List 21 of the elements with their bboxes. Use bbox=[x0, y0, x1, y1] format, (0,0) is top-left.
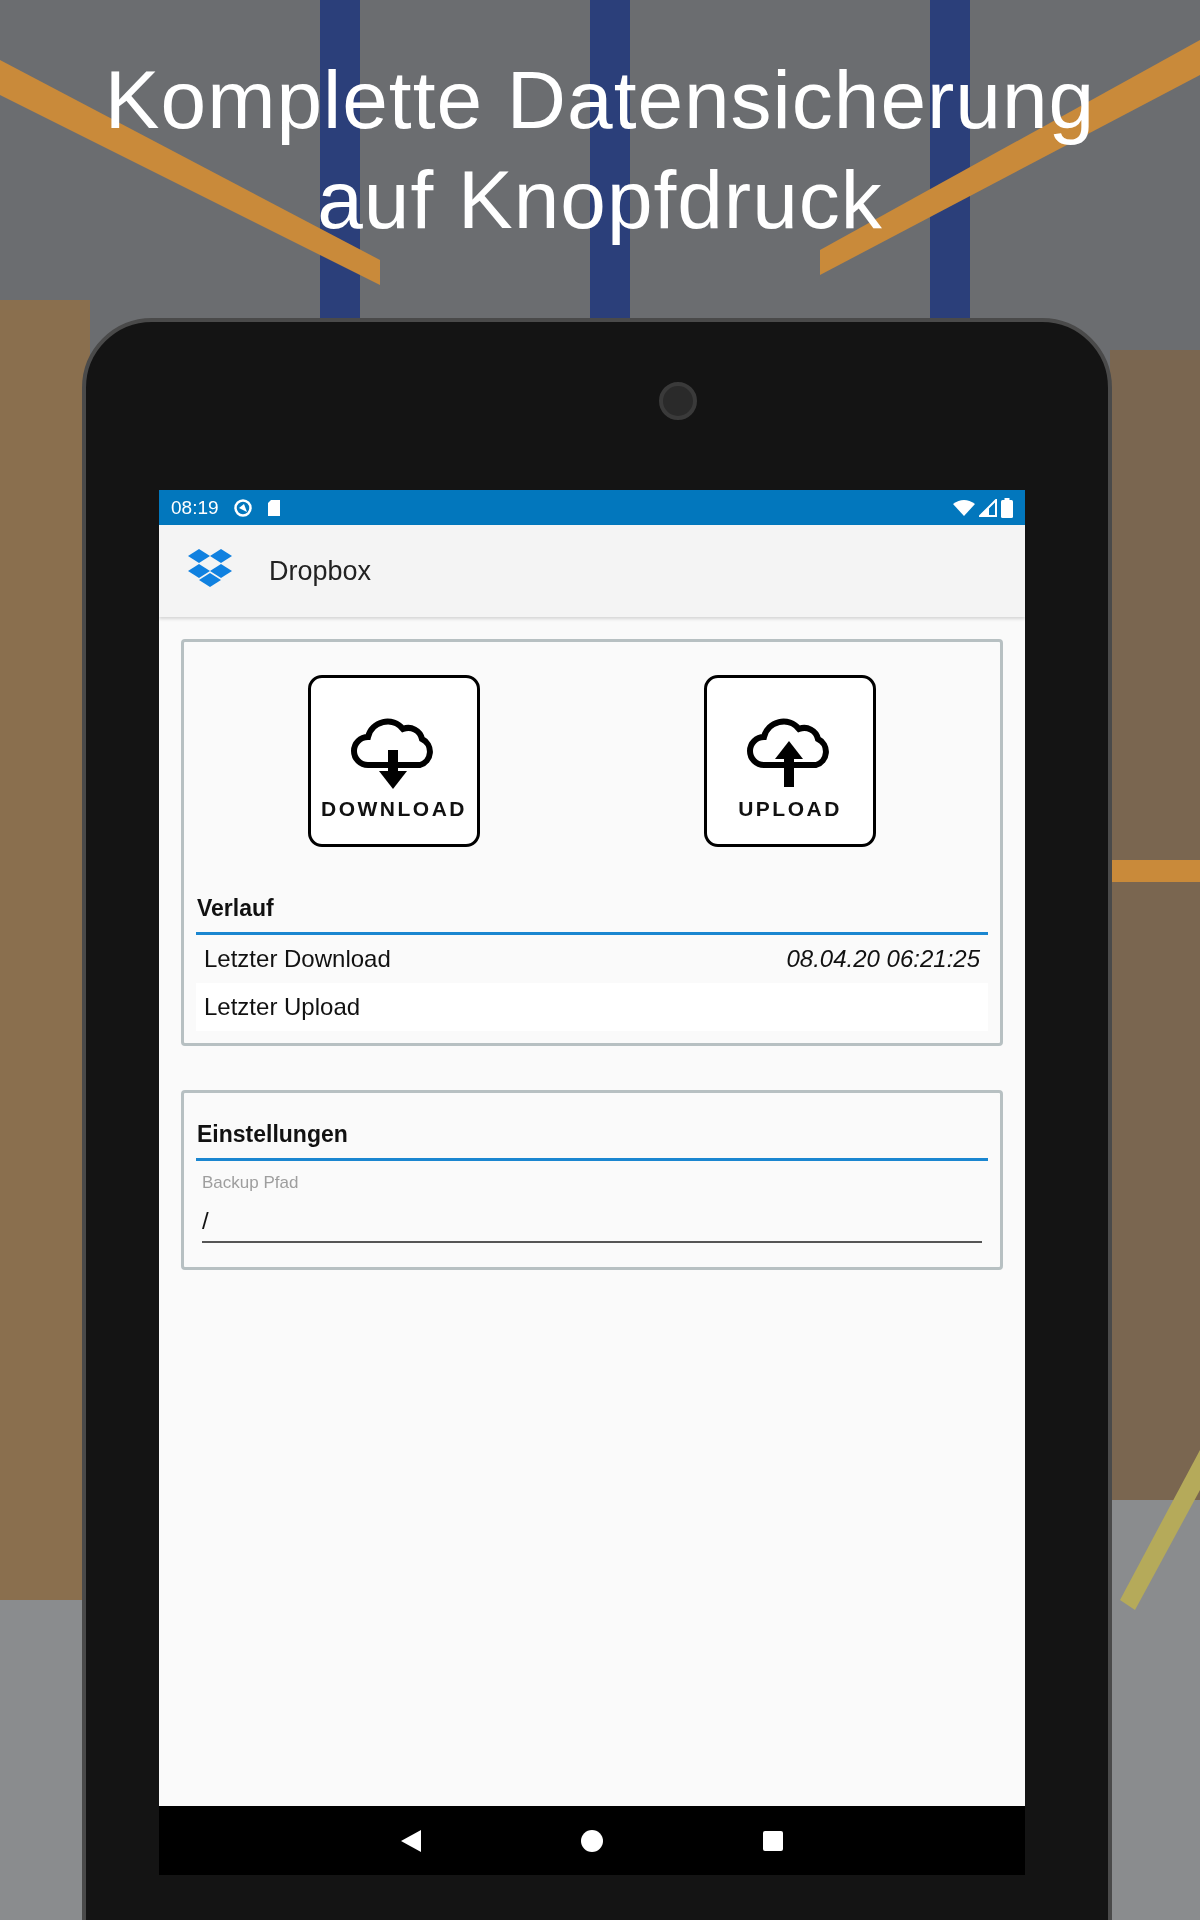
home-icon[interactable] bbox=[581, 1829, 603, 1852]
history-label: Letzter Download bbox=[204, 945, 391, 973]
upload-button[interactable]: UPLOAD bbox=[704, 675, 876, 847]
section-heading: Einstellungen bbox=[196, 1121, 349, 1148]
camera-icon bbox=[659, 382, 697, 420]
download-button[interactable]: DOWNLOAD bbox=[308, 675, 480, 847]
back-icon[interactable] bbox=[401, 1829, 421, 1852]
history-label: Letzter Upload bbox=[204, 993, 361, 1021]
sd-card-icon bbox=[266, 498, 281, 517]
input-field[interactable]: / bbox=[202, 1203, 982, 1243]
signal-icon bbox=[979, 498, 997, 517]
section-heading: Verlauf bbox=[196, 895, 275, 922]
recents-icon[interactable] bbox=[763, 1830, 783, 1851]
history-date: 08.04.20 06:21:25 bbox=[786, 945, 980, 973]
wifi-icon bbox=[953, 499, 975, 516]
battery-icon bbox=[1001, 497, 1013, 518]
field-label: Backup Pfad bbox=[202, 1173, 300, 1193]
headline: Komplette Datensicherung bbox=[104, 53, 1096, 147]
app-title: Dropbox bbox=[269, 555, 372, 587]
headline: auf Knopfdruck bbox=[317, 153, 883, 247]
status-time: 08:19 bbox=[171, 496, 219, 519]
